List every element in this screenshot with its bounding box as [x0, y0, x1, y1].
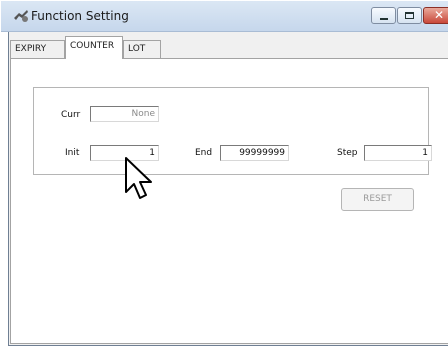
window-title: Function Setting: [31, 9, 129, 23]
mouse-cursor-icon: [125, 157, 152, 199]
end-label: End: [195, 148, 213, 158]
step-field[interactable]: 1: [364, 145, 432, 161]
tab-lot[interactable]: LOT: [123, 40, 161, 58]
counter-group: Curr None Init 1 End 99999999 Step 1: [33, 87, 432, 175]
close-icon: ✕: [434, 8, 445, 22]
app-icon: [14, 10, 28, 22]
counter-tab-panel: Curr None Init 1 End 99999999 Step 1 RES…: [10, 58, 448, 344]
tab-counter[interactable]: COUNTER: [65, 36, 123, 59]
maximize-button[interactable]: [397, 7, 422, 24]
maximize-icon: [405, 12, 414, 19]
minimize-icon: [380, 18, 388, 20]
title-bar[interactable]: Function Setting ✕: [1, 1, 448, 32]
curr-field: None: [90, 106, 159, 122]
minimize-button[interactable]: [371, 7, 396, 24]
reset-button[interactable]: RESET: [341, 188, 414, 211]
tab-expiry[interactable]: EXPIRY: [10, 40, 65, 58]
end-field[interactable]: 99999999: [220, 145, 289, 161]
step-label: Step: [337, 148, 358, 158]
curr-label: Curr: [61, 110, 81, 120]
close-button[interactable]: ✕: [423, 7, 448, 24]
init-label: Init: [65, 148, 80, 158]
